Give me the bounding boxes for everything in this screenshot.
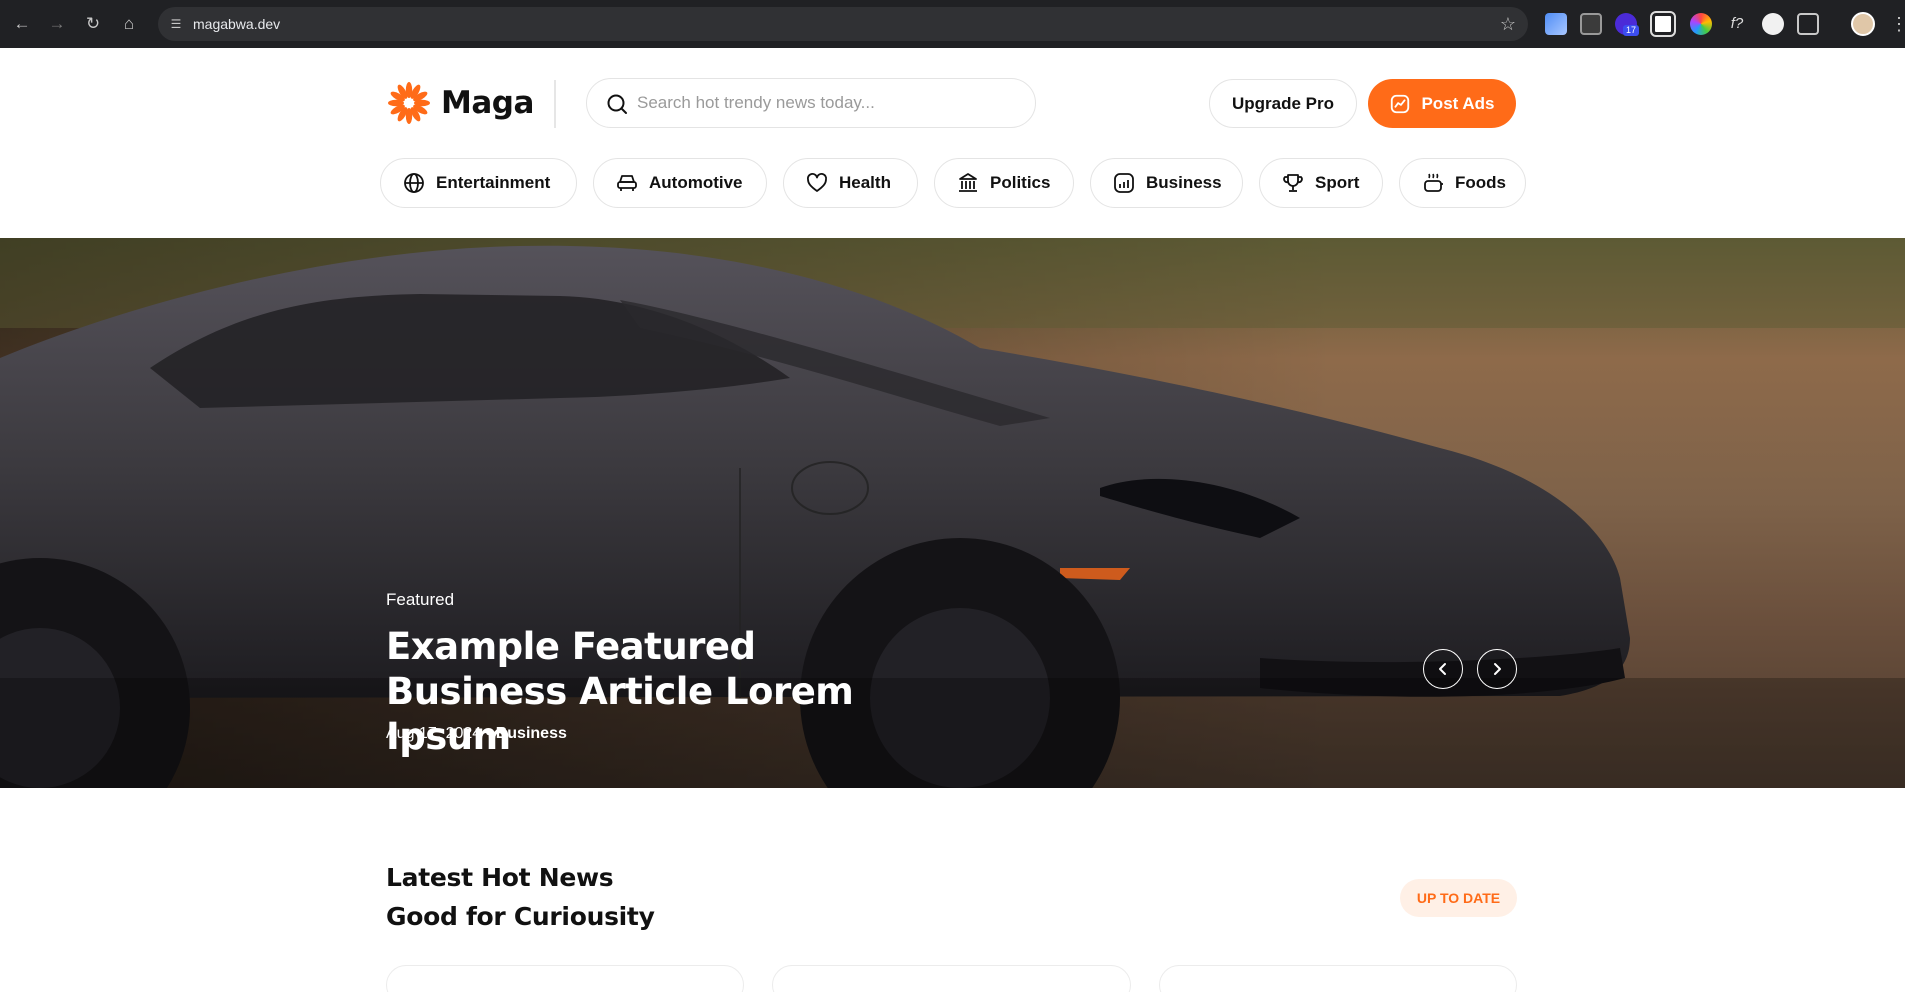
back-icon[interactable]: ←	[10, 12, 34, 36]
category-foods[interactable]: Foods	[1399, 158, 1526, 208]
hero-meta: Aug 17, 2024 • Business	[386, 725, 567, 743]
news-card[interactable]	[1159, 965, 1517, 992]
address-bar[interactable]: ☰ magabwa.dev ☆	[158, 7, 1528, 41]
building-icon	[959, 173, 977, 192]
car-icon	[617, 175, 637, 191]
featured-hero[interactable]: Featured Example Featured Business Artic…	[0, 238, 1905, 788]
trophy-icon	[1283, 174, 1303, 192]
latest-title-line1: Latest Hot News	[386, 863, 614, 892]
home-icon[interactable]: ⌂	[117, 12, 141, 36]
chevron-right-icon	[1494, 663, 1501, 675]
header-divider	[554, 80, 556, 128]
hero-car-image	[0, 238, 1905, 788]
category-label: Automotive	[649, 173, 743, 192]
cooking-pot-icon	[1424, 173, 1443, 192]
category-entertainment[interactable]: Entertainment	[380, 158, 577, 208]
extension-circle-icon[interactable]	[1762, 13, 1784, 35]
latest-section-title: Latest Hot News Good for Curiousity	[386, 858, 655, 936]
extensions-puzzle-icon[interactable]	[1797, 13, 1819, 35]
extension-function-icon[interactable]: f?	[1726, 13, 1748, 35]
hero-next-button[interactable]	[1477, 649, 1517, 689]
extension-color-icon[interactable]	[1690, 13, 1712, 35]
hero-prev-button[interactable]	[1423, 649, 1463, 689]
upgrade-pro-button[interactable]: Upgrade Pro	[1209, 79, 1357, 128]
search-input[interactable]	[637, 79, 1017, 127]
hero-category[interactable]: Business	[496, 725, 567, 742]
news-card[interactable]	[386, 965, 744, 992]
browser-toolbar: ← → ↻ ⌂ ☰ magabwa.dev ☆ 17 f? ⋮	[0, 0, 1905, 48]
hero-tag: Featured	[386, 590, 455, 609]
browser-menu-icon[interactable]: ⋮	[1890, 12, 1905, 36]
sunburst-logo-icon	[388, 82, 430, 124]
extension-shield-icon[interactable]	[1650, 11, 1676, 37]
category-politics[interactable]: Politics	[934, 158, 1074, 208]
chart-frame-icon	[1391, 94, 1410, 113]
search-box[interactable]	[586, 78, 1036, 128]
url-text[interactable]: magabwa.dev	[193, 7, 280, 41]
extension-badge: 17	[1623, 25, 1640, 36]
news-card[interactable]	[772, 965, 1131, 992]
category-automotive[interactable]: Automotive	[593, 158, 767, 208]
search-icon	[607, 94, 627, 114]
upgrade-pro-label: Upgrade Pro	[1231, 93, 1335, 113]
bookmark-star-icon[interactable]: ☆	[1500, 13, 1516, 35]
extension-glasses-icon[interactable]	[1580, 13, 1602, 35]
category-label: Entertainment	[436, 173, 551, 192]
latest-title-line2: Good for Curiousity	[386, 902, 655, 931]
extension-doc-icon[interactable]	[1545, 13, 1567, 35]
logo-text: Maga	[441, 85, 534, 121]
category-label: Sport	[1315, 173, 1360, 192]
profile-avatar[interactable]	[1851, 12, 1875, 36]
hero-date: Aug 17, 2024	[386, 725, 482, 742]
heart-icon	[807, 173, 827, 192]
site-info-icon[interactable]: ☰	[166, 14, 186, 34]
up-to-date-badge: UP TO DATE	[1400, 879, 1517, 917]
category-label: Business	[1146, 173, 1222, 192]
category-sport[interactable]: Sport	[1259, 158, 1383, 208]
forward-icon[interactable]: →	[45, 12, 69, 36]
meta-separator: •	[485, 725, 492, 742]
post-ads-label: Post Ads	[1421, 93, 1495, 113]
category-business[interactable]: Business	[1090, 158, 1243, 208]
chevron-left-icon	[1439, 663, 1446, 675]
reload-icon[interactable]: ↻	[81, 12, 105, 36]
globe-icon	[404, 173, 424, 193]
post-ads-button[interactable]: Post Ads	[1368, 79, 1516, 128]
category-label: Foods	[1455, 173, 1506, 192]
site-logo[interactable]: Maga	[387, 81, 534, 125]
category-label: Politics	[990, 173, 1051, 192]
category-label: Health	[839, 173, 891, 192]
chart-icon	[1114, 173, 1134, 193]
category-health[interactable]: Health	[783, 158, 918, 208]
